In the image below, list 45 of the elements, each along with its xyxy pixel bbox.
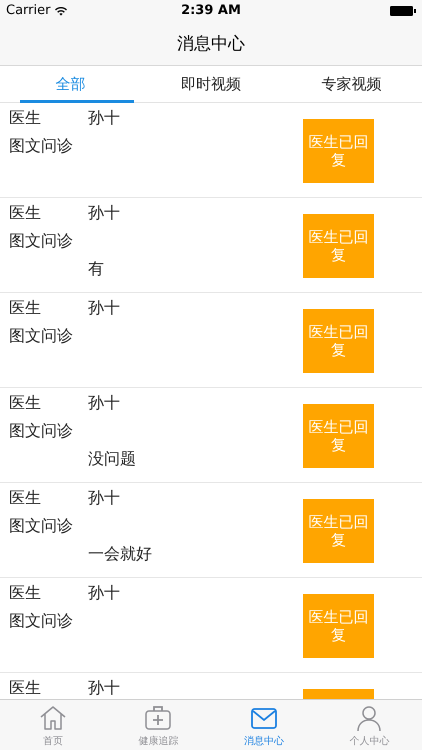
reply-status-badge: 医生已回复 bbox=[303, 309, 374, 373]
consult-type: 图文问诊 bbox=[9, 610, 74, 632]
home-icon bbox=[38, 705, 67, 731]
doctor-name: 孙十 bbox=[88, 392, 120, 414]
envelope-icon bbox=[250, 705, 278, 731]
role-label: 医生 bbox=[9, 392, 42, 414]
consult-type: 图文问诊 bbox=[9, 516, 74, 536]
status-time: 2:39 AM bbox=[181, 3, 241, 18]
consult-type: 图文问诊 bbox=[9, 420, 74, 442]
carrier-label: Carrier bbox=[6, 3, 50, 18]
doctor-name: 孙十 bbox=[88, 678, 120, 698]
consult-type: 图文问诊 bbox=[9, 230, 74, 252]
tab-bar-item[interactable]: 个人中心 bbox=[316, 700, 422, 750]
screen-title: 消息中心 bbox=[177, 32, 245, 54]
doctor-name: 孙十 bbox=[88, 108, 120, 128]
filter-tab[interactable]: 全部 bbox=[0, 66, 141, 102]
reply-status-badge: 医生已回复 bbox=[303, 214, 374, 278]
tab-bar-item[interactable]: 健康追踪 bbox=[106, 700, 211, 750]
doctor-name: 孙十 bbox=[88, 202, 120, 224]
doctor-name: 孙十 bbox=[88, 298, 120, 318]
message-text: 没问题 bbox=[88, 448, 136, 470]
role-label: 医生 bbox=[9, 582, 42, 604]
reply-status-badge: 医生已回复 bbox=[303, 119, 374, 183]
role-label: 医生 bbox=[9, 298, 42, 318]
doctor-name: 孙十 bbox=[88, 582, 120, 604]
doctor-name: 孙十 bbox=[88, 488, 120, 508]
role-label: 医生 bbox=[9, 202, 42, 224]
medical-kit-icon bbox=[144, 705, 172, 731]
filter-tab[interactable]: 专家视频 bbox=[281, 66, 422, 102]
message-text: 有 bbox=[88, 258, 104, 280]
wifi-icon bbox=[54, 6, 68, 16]
tab-bar-item[interactable]: 首页 bbox=[0, 700, 106, 750]
consult-type: 图文问诊 bbox=[9, 326, 74, 346]
message-text: 一会就好 bbox=[88, 544, 152, 564]
reply-status-badge: 医生已回复 bbox=[303, 499, 374, 563]
role-label: 医生 bbox=[9, 108, 42, 128]
tab-bar-item[interactable]: 消息中心 bbox=[211, 700, 316, 750]
consult-type: 图文问诊 bbox=[9, 136, 74, 156]
filter-tab[interactable]: 即时视频 bbox=[140, 66, 282, 102]
reply-status-badge: 医生已回复 bbox=[303, 404, 374, 468]
person-icon bbox=[355, 705, 384, 731]
role-label: 医生 bbox=[9, 678, 42, 698]
role-label: 医生 bbox=[9, 488, 42, 508]
battery-icon bbox=[390, 6, 416, 16]
reply-status-badge: 医生已回复 bbox=[303, 594, 374, 658]
